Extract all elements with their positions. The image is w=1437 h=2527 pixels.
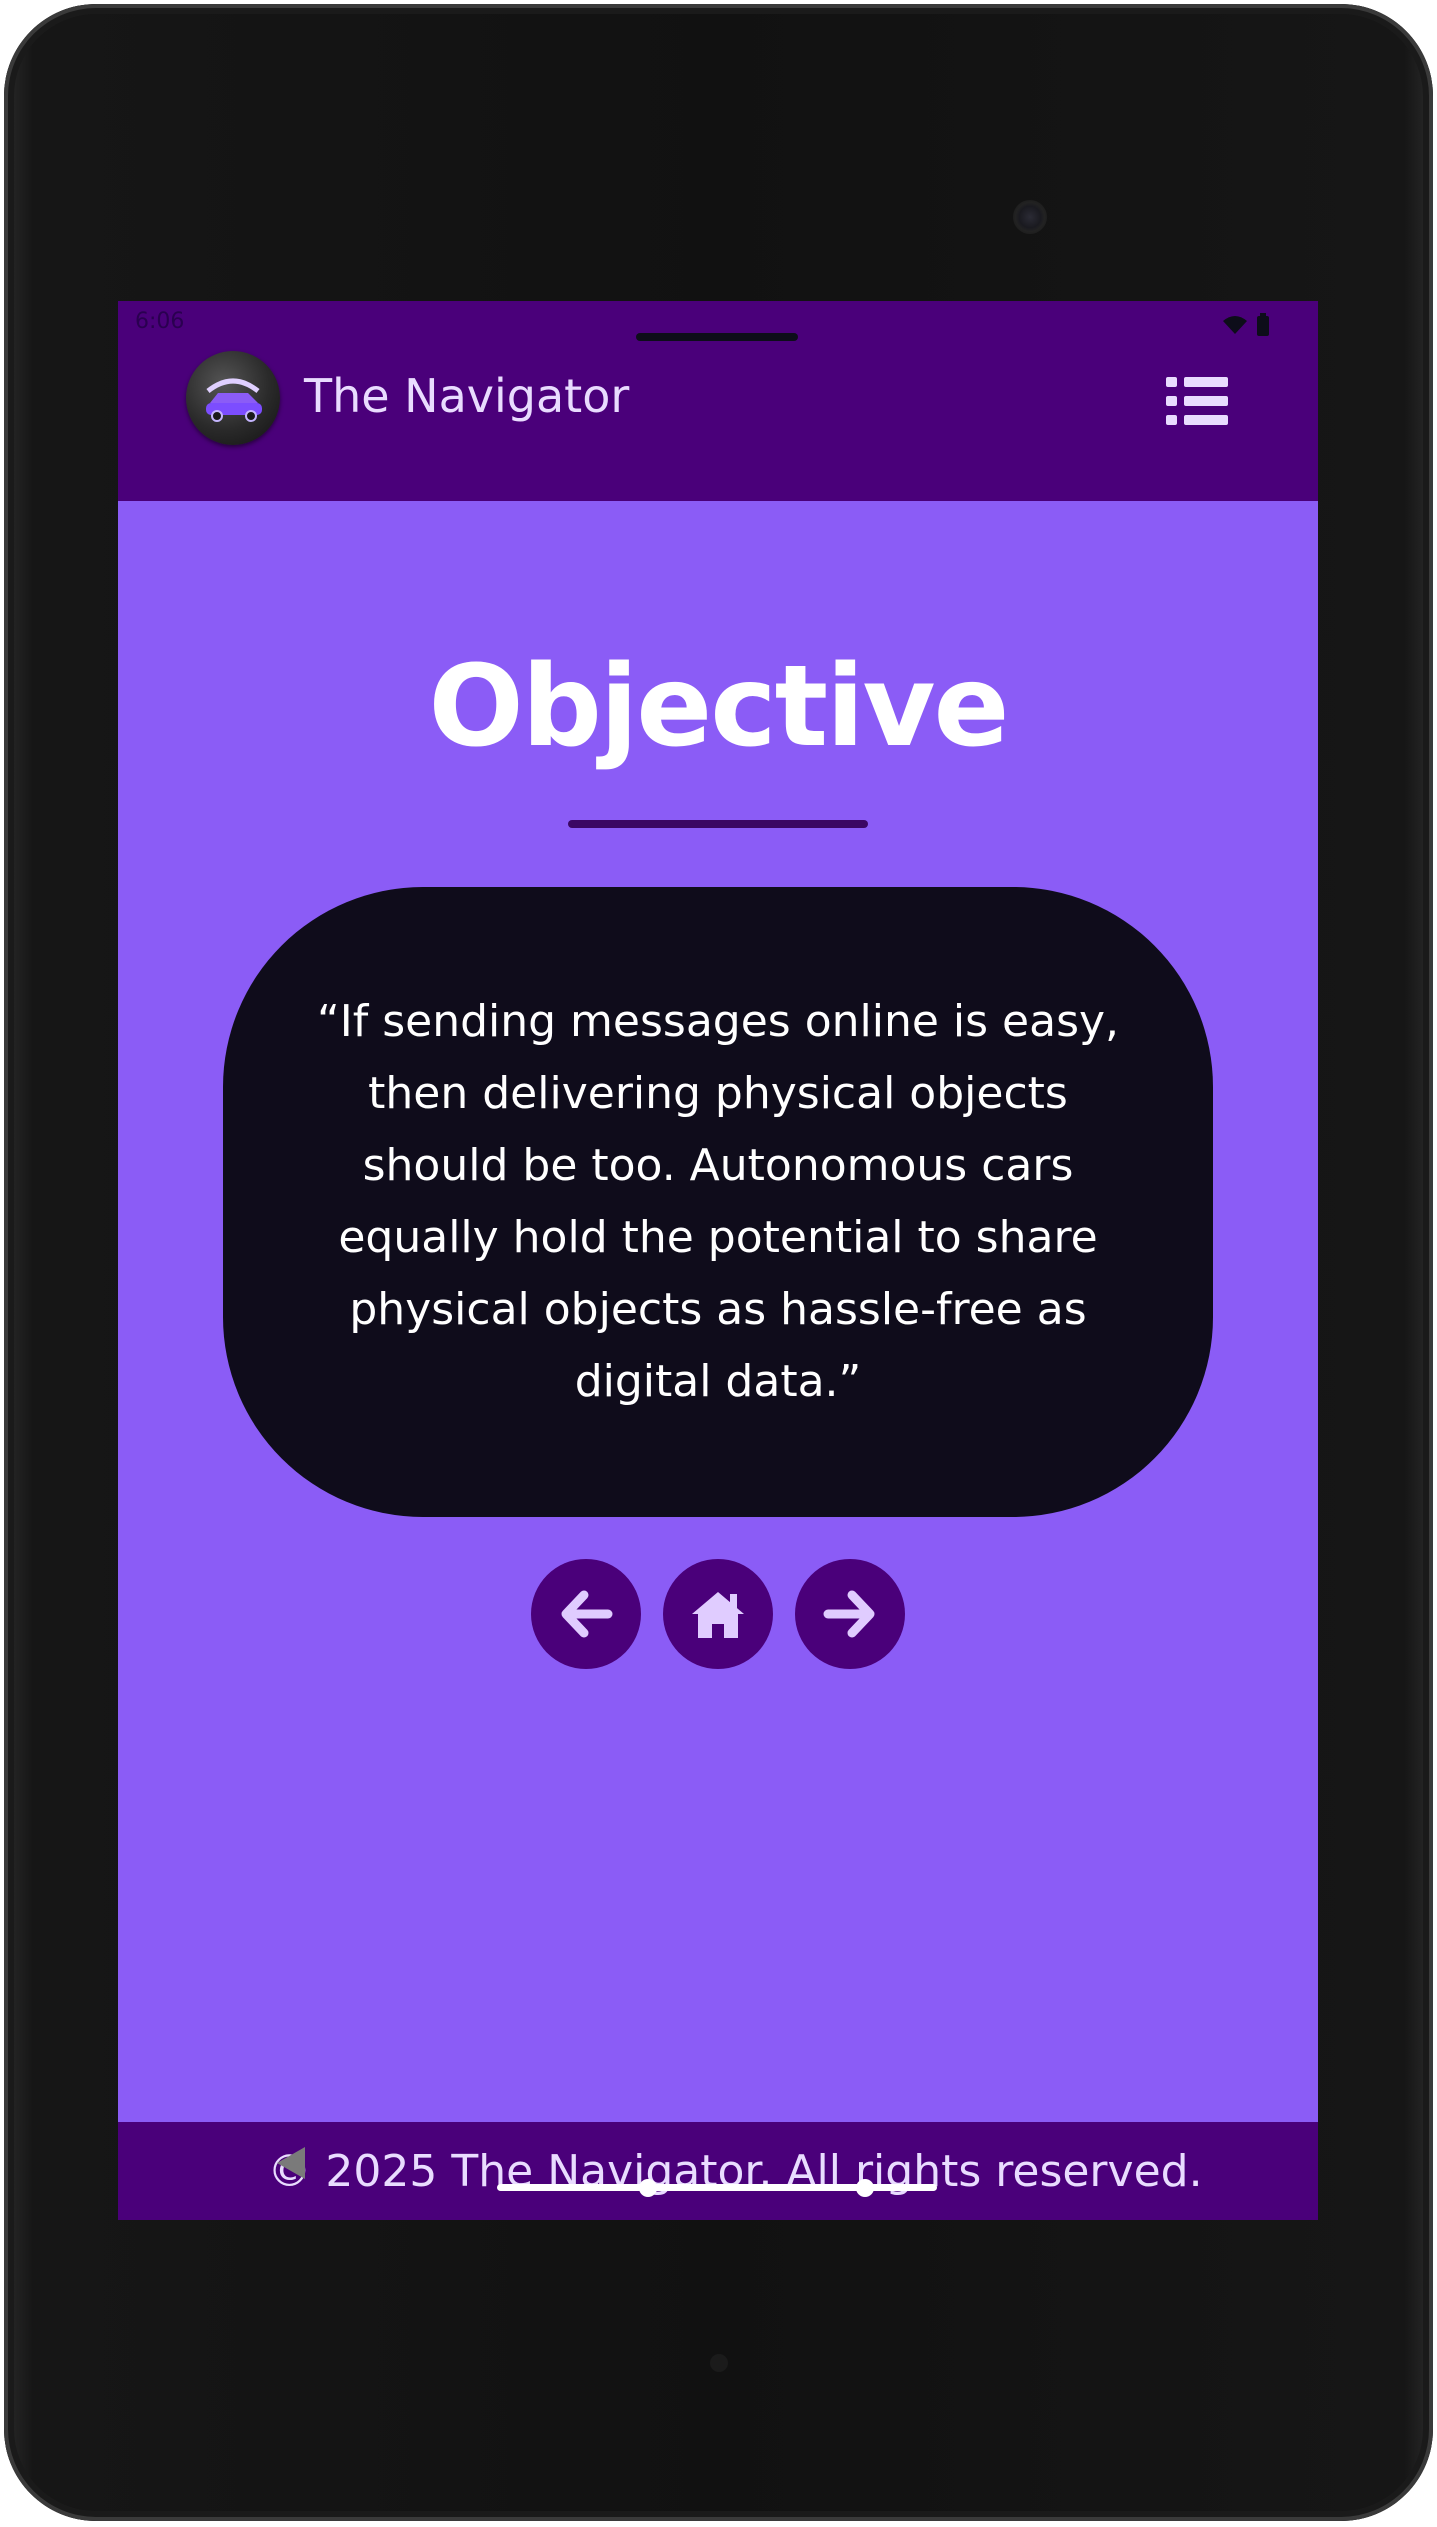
list-menu-icon[interactable] [1164,375,1230,427]
nav-buttons [118,1559,1318,1669]
title-underline [568,820,868,828]
app-header: The Navigator 6:06 [118,301,1318,501]
previous-button[interactable] [531,1559,641,1669]
status-bar: 6:06 [118,301,1318,345]
home-button[interactable] [663,1559,773,1669]
next-button[interactable] [795,1559,905,1669]
arrow-right-icon [823,1590,875,1638]
home-icon [692,1592,744,1638]
app-screen: The Navigator 6:06 Objective “If sending… [118,301,1318,2220]
system-back-icon[interactable] [275,2145,307,2185]
status-icons [1222,313,1270,337]
page-title-wrap: Objective [118,651,1318,763]
system-nav-dot [856,2179,874,2197]
system-nav-dot [639,2179,657,2197]
front-camera [1013,200,1047,234]
wifi-icon [1223,316,1247,334]
device-sensor [710,2354,728,2372]
tablet-device: The Navigator 6:06 Objective “If sending… [0,0,1437,2527]
status-time: 6:06 [135,309,185,334]
arrow-left-icon [561,1590,613,1638]
battery-icon [1257,313,1269,336]
page-title: Objective [428,642,1009,772]
app-title: The Navigator [304,369,630,423]
quote-card: “If sending messages online is easy, the… [223,887,1213,1517]
quote-text: “If sending messages online is easy, the… [316,996,1120,1407]
car-logo-icon[interactable] [186,351,280,445]
